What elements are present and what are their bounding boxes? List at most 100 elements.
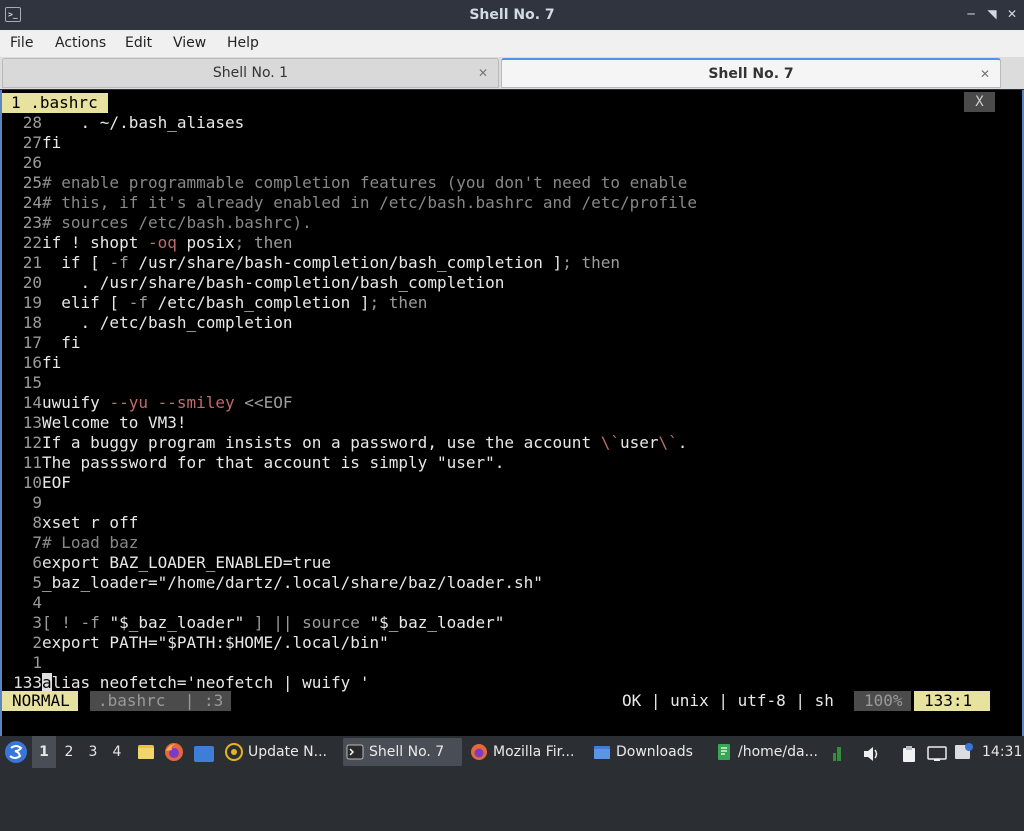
display-icon[interactable]	[927, 743, 947, 761]
line-number: 133	[13, 673, 42, 692]
text-editor-icon	[718, 744, 730, 760]
code-text: user	[619, 433, 659, 452]
tab-close-icon[interactable]: ✕	[980, 66, 990, 82]
code-line: 21 if [ -f /usr/share/bash-completion/ba…	[2, 253, 620, 273]
code-text: _baz_loader="/home/dartz/.local/share/ba…	[42, 573, 543, 592]
file-manager-launcher-icon[interactable]	[136, 742, 156, 762]
tab-shell-1[interactable]: Shell No. 1 ✕	[2, 58, 499, 88]
workspace-1[interactable]: 1	[32, 736, 56, 768]
code-line: 24# this, if it's already enabled in /et…	[2, 193, 697, 213]
clock[interactable]: 14:31	[982, 736, 1022, 768]
line-number: 11	[22, 453, 42, 472]
line-number: 23	[22, 213, 42, 232]
task-text-editor[interactable]: /home/da...	[712, 738, 827, 766]
menu-file[interactable]: File	[10, 30, 33, 56]
code-text: "$_baz_loader"	[109, 613, 245, 632]
code-line: 16fi	[2, 353, 62, 373]
buffer-tab[interactable]: 1 .bashrc	[2, 93, 108, 113]
code-text: if [	[42, 253, 110, 272]
start-menu-icon[interactable]	[4, 740, 28, 764]
tab-bar: Shell No. 1 ✕ Shell No. 7 ✕	[0, 57, 1024, 89]
buffer-close-button[interactable]: X	[964, 92, 995, 112]
code-line: 2export PATH="$PATH:$HOME/.local/bin"	[2, 633, 388, 653]
task-label: Mozilla Fir...	[493, 744, 575, 760]
code-text: fi	[42, 353, 62, 372]
line-number: 21	[22, 253, 42, 272]
line-number: 17	[22, 333, 42, 352]
line-number: 3	[32, 613, 42, 632]
show-desktop-icon[interactable]	[193, 743, 215, 762]
firefox-launcher-icon[interactable]	[164, 742, 184, 762]
taskbar: 1 2 3 4 Update N... Shell No. 7 Mozilla …	[0, 736, 1024, 768]
code-text: # enable programmable completion feature…	[42, 173, 688, 192]
code-line: 28 . ~/.bash_aliases	[2, 113, 245, 133]
workspace-2[interactable]: 2	[57, 736, 81, 768]
code-text: \`	[658, 433, 678, 452]
tab-label: Shell No. 1	[212, 65, 289, 81]
task-downloads[interactable]: Downloads	[590, 738, 708, 766]
code-text: -oq	[147, 233, 177, 252]
line-number: 28	[22, 113, 42, 132]
current-code-line: 133alias neofetch='neofetch | wuify '	[2, 673, 370, 693]
line-number: 2	[32, 633, 42, 652]
code-text: . /etc/bash_completion	[42, 313, 293, 332]
minimize-icon[interactable]: ─	[964, 7, 978, 21]
status-cursor-position: 133:1	[914, 691, 991, 711]
code-line: 15	[2, 373, 42, 393]
terminal-area[interactable]: 1 .bashrc X 28 . ~/.bash_aliases 27fi 26 25…	[0, 90, 1024, 736]
tab-shell-7[interactable]: Shell No. 7 ✕	[501, 58, 1001, 88]
terminal-icon	[346, 744, 364, 760]
close-window-icon[interactable]: ✕	[1005, 7, 1019, 21]
task-shell-no-7[interactable]: Shell No. 7	[343, 738, 462, 766]
task-label: Update N...	[248, 744, 327, 760]
task-update-notifier[interactable]: Update N...	[222, 738, 337, 766]
line-number: 9	[32, 493, 42, 512]
code-text: uwuify	[42, 393, 110, 412]
code-line: 20 . /usr/share/bash-completion/bash_com…	[2, 273, 505, 293]
code-text: .	[677, 433, 688, 452]
menu-bar: File Actions Edit View Help	[0, 30, 1024, 57]
notification-icon[interactable]	[954, 742, 974, 762]
line-number: 15	[22, 373, 42, 392]
task-firefox[interactable]: Mozilla Fir...	[467, 738, 585, 766]
menu-help[interactable]: Help	[227, 30, 259, 56]
volume-icon[interactable]	[862, 743, 880, 761]
workspace-4[interactable]: 4	[105, 736, 129, 768]
line-number: 20	[22, 273, 42, 292]
code-text: xset r off	[42, 513, 139, 532]
status-filename: .bashrc | :3	[90, 691, 232, 711]
code-text: export BAZ_LOADER_ENABLED=true	[42, 553, 331, 572]
code-text: # this, if it's already enabled in /etc/…	[42, 193, 698, 212]
code-line: 19 elif [ -f /etc/bash_completion ]; the…	[2, 293, 428, 313]
code-line: 26	[2, 153, 42, 173]
line-number: 27	[22, 133, 42, 152]
code-line: 14uwuify --yu --smiley <<EOF	[2, 393, 293, 413]
code-text: fi	[42, 133, 62, 152]
line-number: 1	[32, 653, 42, 672]
network-icon[interactable]	[832, 743, 846, 761]
tab-close-icon[interactable]: ✕	[478, 65, 488, 81]
workspace-3[interactable]: 3	[81, 736, 105, 768]
menu-actions[interactable]: Actions	[55, 30, 106, 56]
menu-edit[interactable]: Edit	[125, 30, 152, 56]
code-text: posix	[176, 233, 235, 252]
task-label: Downloads	[616, 744, 693, 760]
maximize-icon[interactable]: ◥	[985, 7, 999, 21]
code-text: -f	[109, 253, 129, 272]
code-text: elif [	[42, 293, 129, 312]
code-text: . /usr/share/bash-completion/bash_comple…	[42, 273, 505, 292]
clipboard-icon[interactable]	[900, 743, 918, 762]
menu-view[interactable]: View	[173, 30, 206, 56]
code-line: 4	[2, 593, 42, 613]
code-line: 23# sources /etc/bash.bashrc).	[2, 213, 312, 233]
code-text: ; then	[369, 293, 428, 312]
code-line: 7# Load baz	[2, 533, 138, 553]
code-text: --yu --smiley	[109, 393, 235, 412]
line-number: 25	[22, 173, 42, 192]
code-line: 5_baz_loader="/home/dartz/.local/share/b…	[2, 573, 543, 593]
status-percent: 100%	[854, 691, 911, 711]
code-text: <<EOF	[234, 393, 293, 412]
text-cursor: a	[42, 673, 52, 692]
line-number: 7	[32, 533, 42, 552]
code-line: 6export BAZ_LOADER_ENABLED=true	[2, 553, 331, 573]
